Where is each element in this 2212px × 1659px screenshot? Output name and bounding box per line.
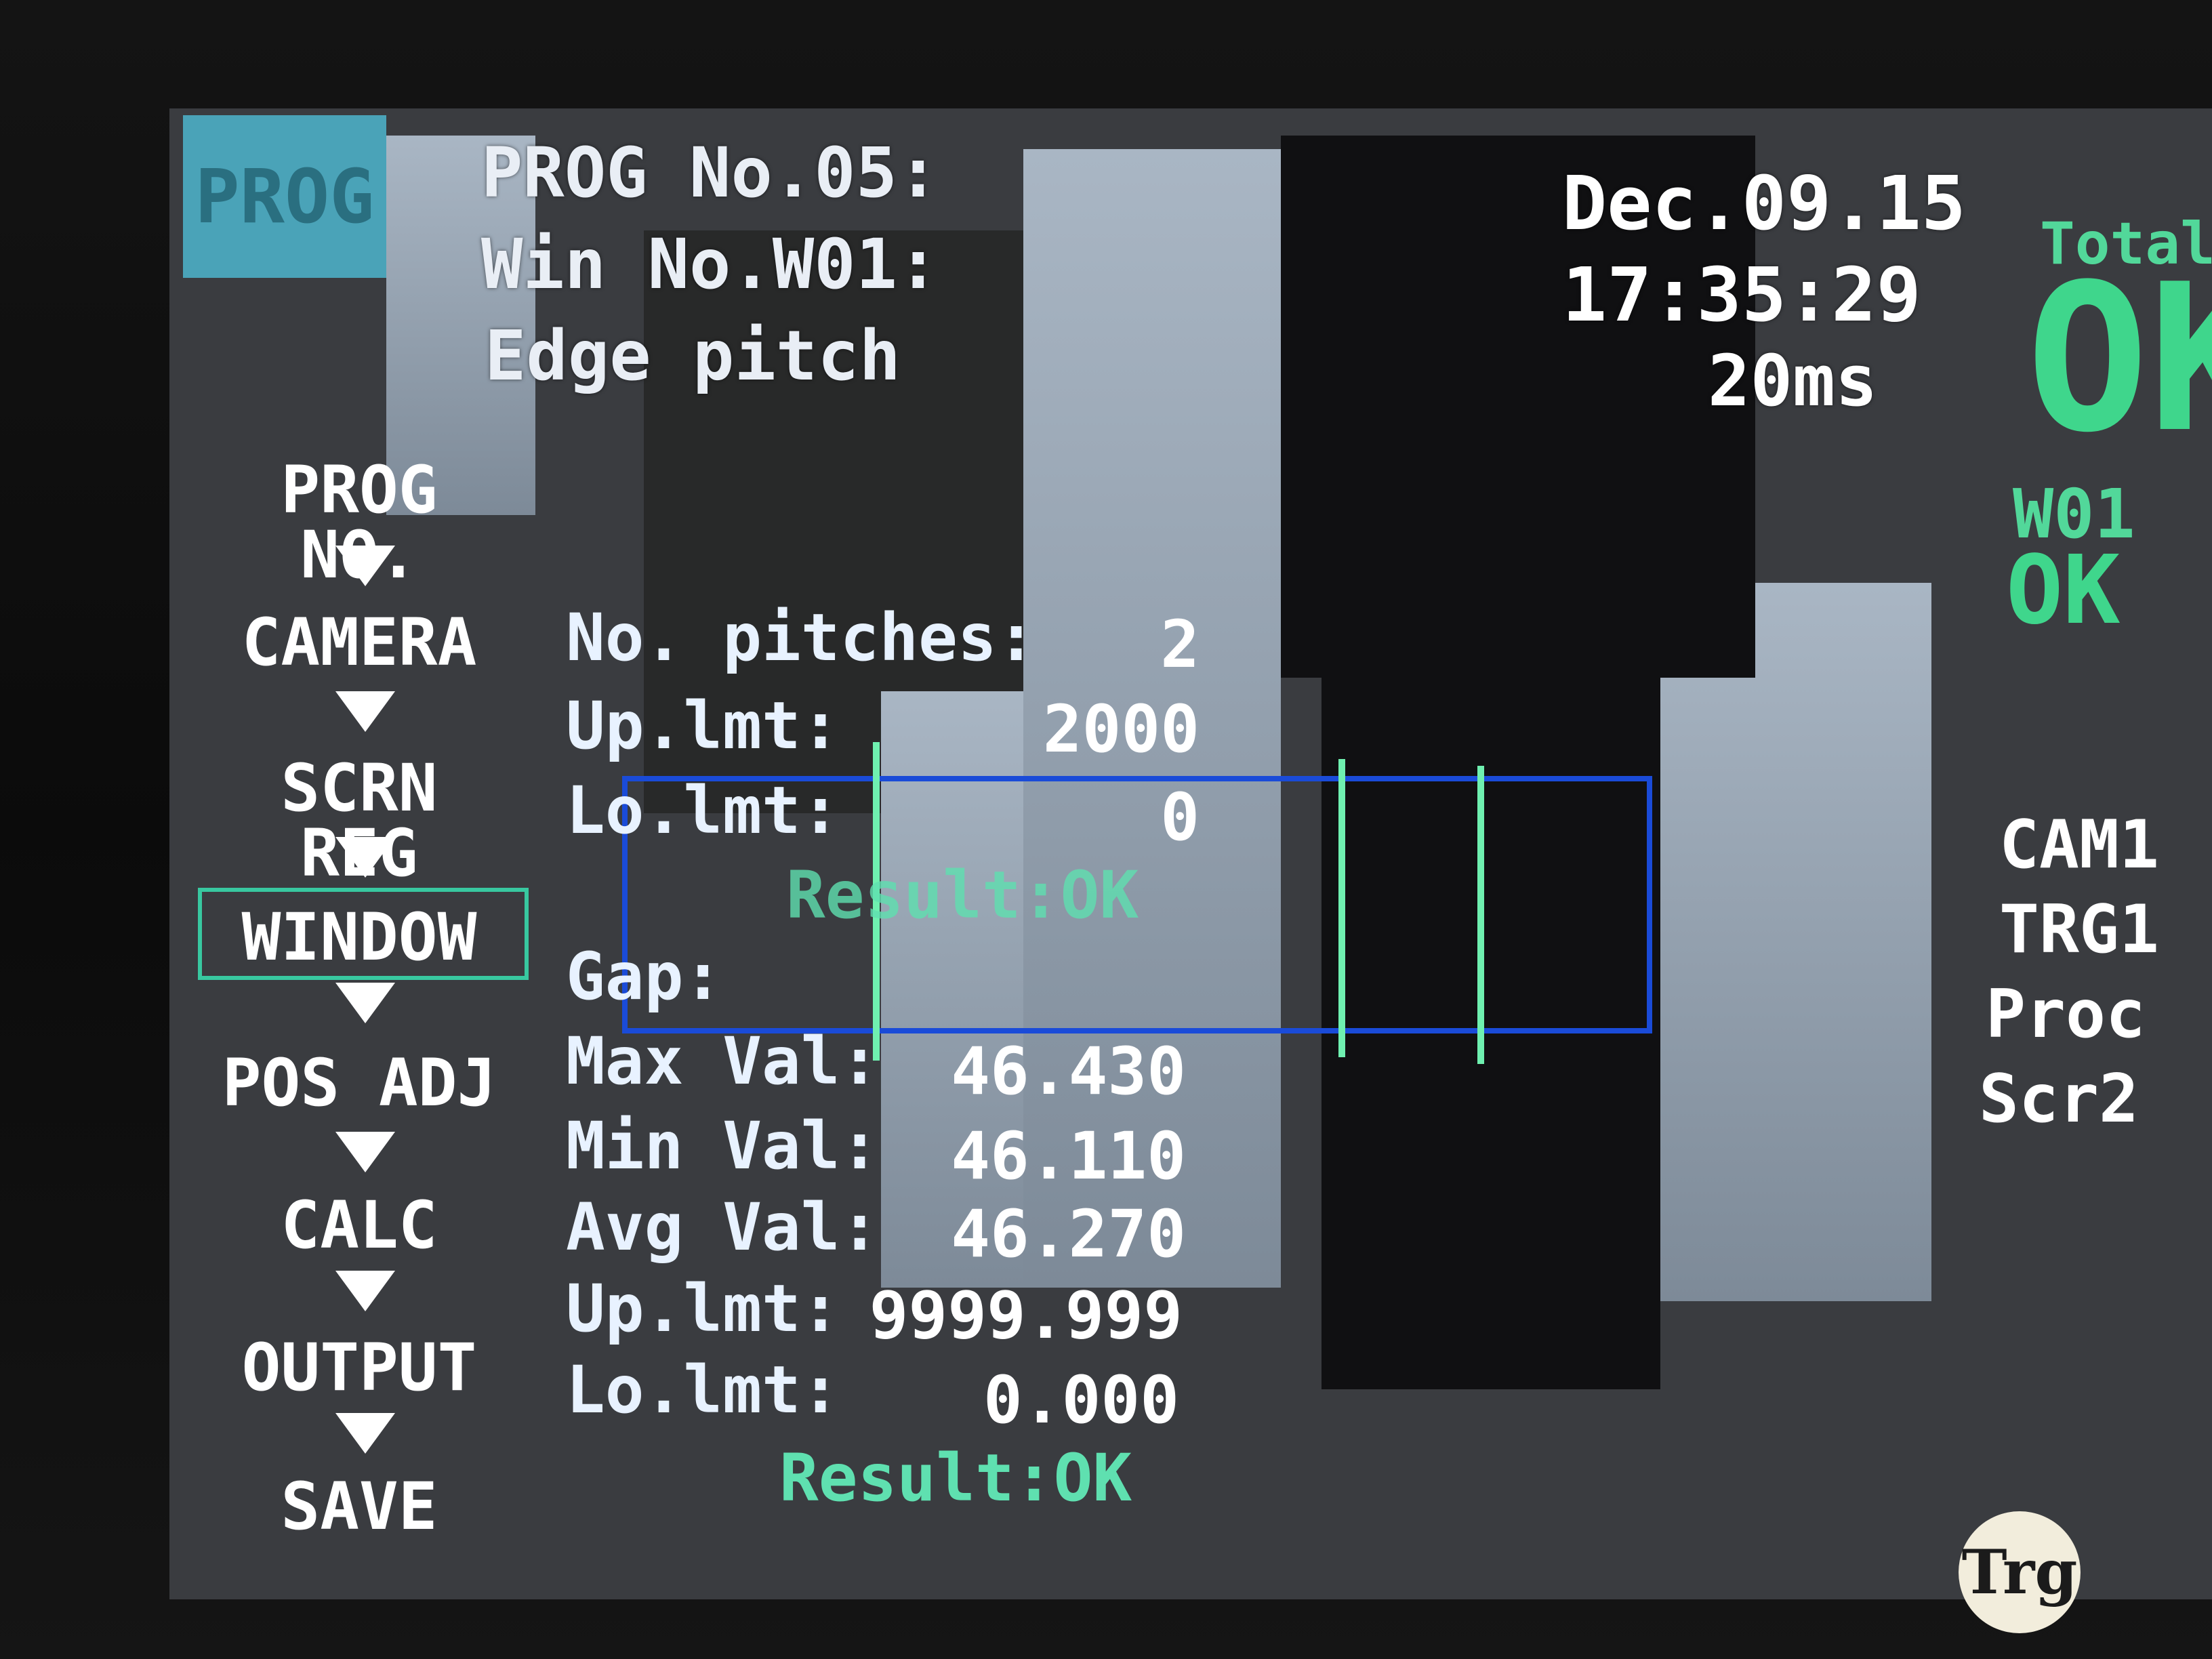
screen-indicator: Scr2 — [1979, 1061, 2139, 1138]
avg-value: 46.270 — [951, 1196, 1186, 1272]
prog-mode-tag: PROG — [183, 115, 386, 278]
lower-limit-value[interactable]: 0.000 — [773, 1362, 1179, 1438]
program-number: PROG No.05: — [481, 133, 939, 213]
menu-arrow-down-icon — [335, 837, 395, 878]
setting-upper-limit-value[interactable]: 2000 — [793, 691, 1200, 767]
menu-arrow-down-icon — [335, 1132, 395, 1172]
max-value: 46.430 — [951, 1033, 1186, 1109]
menu-arrow-down-icon — [335, 1271, 395, 1311]
menu-item-calc[interactable]: CALC — [217, 1193, 501, 1258]
trigger-icon[interactable]: Trg — [1959, 1511, 2081, 1633]
menu-arrow-down-icon — [335, 983, 395, 1023]
menu-item-camera[interactable]: CAMERA — [217, 610, 501, 675]
upper-limit-value[interactable]: 9999.999 — [776, 1277, 1183, 1353]
menu-arrow-down-icon — [335, 691, 395, 732]
trigger-indicator: TRG1 — [1999, 891, 2160, 968]
edge-marker-3 — [1477, 766, 1484, 1064]
menu-arrow-down-icon — [335, 546, 395, 586]
menu-item-window[interactable]: WINDOW — [217, 905, 501, 970]
menu-item-pos-adj[interactable]: POS ADJ — [217, 1050, 501, 1115]
process-indicator: Proc — [1986, 976, 2146, 1053]
date-display: Dec.09.15 — [1562, 160, 1967, 247]
processing-time: 20ms — [1708, 340, 1878, 422]
pitches-value[interactable]: 2 — [793, 607, 1200, 682]
setting-result-text: Result:OK — [786, 857, 1139, 933]
gap-label: Gap: — [566, 939, 723, 1015]
tool-name: Edge pitch — [485, 316, 901, 396]
result-text: Result:OK — [779, 1440, 1132, 1516]
total-judgement-value: OK — [2026, 241, 2212, 477]
menu-item-save[interactable]: SAVE — [217, 1474, 501, 1539]
menu-item-output[interactable]: OUTPUT — [217, 1335, 501, 1400]
min-value: 46.110 — [951, 1118, 1186, 1194]
setting-lower-limit-value[interactable]: 0 — [793, 779, 1200, 855]
edge-marker-2 — [1338, 759, 1345, 1057]
time-display: 17:35:29 — [1562, 251, 1921, 338]
camera-indicator: CAM1 — [1999, 806, 2160, 884]
menu-arrow-down-icon — [335, 1413, 395, 1454]
window-judgement-value: OK — [2006, 535, 2121, 646]
window-number: Win No.W01: — [481, 224, 939, 305]
